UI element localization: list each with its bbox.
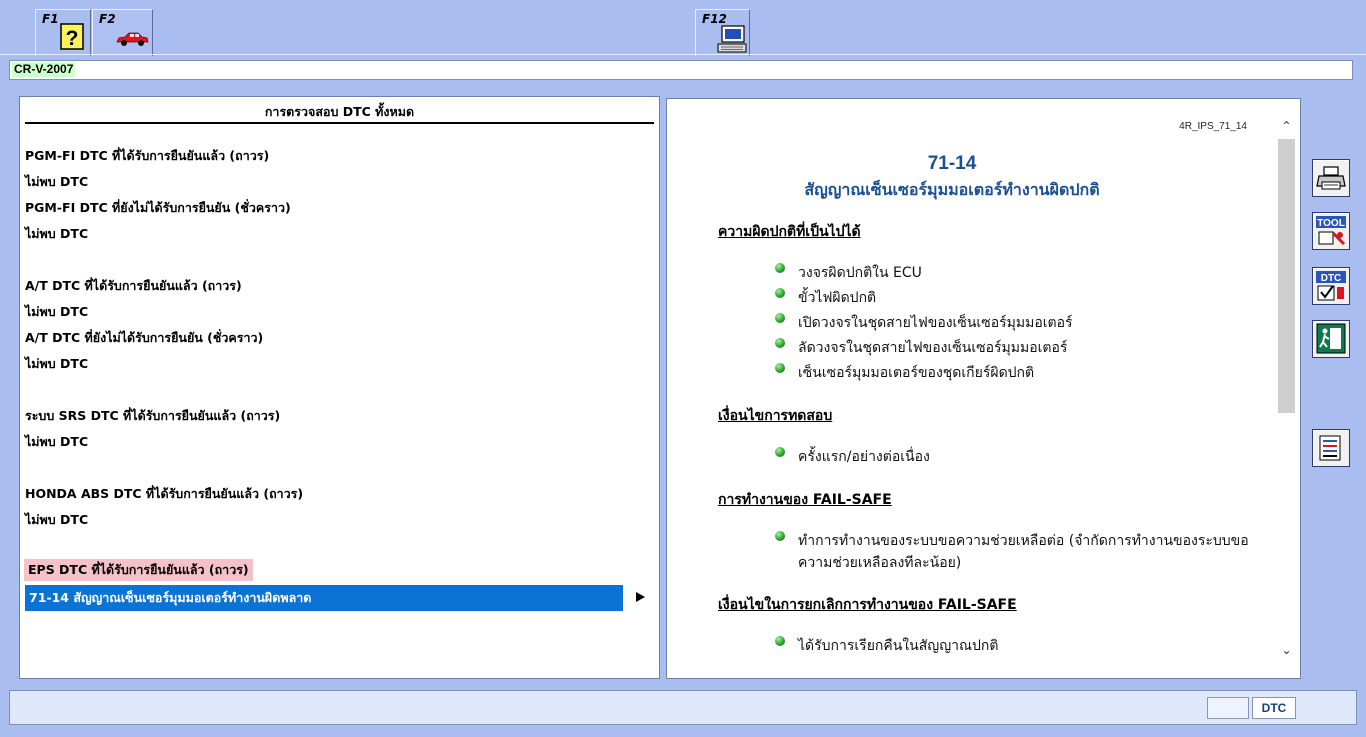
srs-confirmed-heading: ระบบ SRS DTC ที่ได้รับการยืนยันแล้ว (ถาว… (25, 408, 281, 423)
settings-icon (1319, 435, 1341, 461)
svg-text:DTC: DTC (1321, 273, 1342, 284)
at-pending-heading: A/T DTC ที่ยังไม่ได้รับการยืนยัน (ชั่วคร… (25, 330, 264, 345)
bullet-icon (775, 338, 785, 348)
f12-computer-tab[interactable]: F12 (695, 9, 750, 56)
scroll-thumb[interactable] (1278, 139, 1295, 413)
srs-confirmed-status: ไม่พบ DTC (25, 434, 89, 449)
pgmfi-pending-heading: PGM-FI DTC ที่ยังไม่ได้รับการยืนยัน (ชั่… (25, 200, 291, 215)
dtc-check-button[interactable]: DTC (1312, 267, 1350, 305)
dtc-number: 71-14 (927, 153, 977, 174)
eps-confirmed-heading: EPS DTC ที่ได้รับการยืนยันแล้ว (ถาวร) (24, 559, 253, 581)
svg-text:?: ? (66, 27, 79, 50)
bullet-icon (775, 531, 785, 541)
abs-confirmed-heading: HONDA ABS DTC ที่ได้รับการยืนยันแล้ว (ถา… (25, 486, 304, 501)
printer-icon (1316, 166, 1346, 190)
dtc-detail-panel: 4R_IPS_71_14 71-14 สัญญาณเซ็นเซอร์มุมมอเ… (666, 98, 1301, 679)
tool-icon: TOOL (1316, 216, 1346, 246)
section-fail-safe-cancel: เงื่อนไขในการยกเลิกการทำงานของ FAIL-SAFE (718, 597, 1017, 613)
bullet-icon (775, 313, 785, 323)
f2-label: F2 (99, 12, 116, 26)
svg-text:TOOL: TOOL (1317, 218, 1345, 229)
settings-button[interactable] (1312, 429, 1350, 467)
cause-item: เปิดวงจรในชุดสายไฟของเซ็นเซอร์มุมมอเตอร์ (798, 315, 1073, 331)
section-possible-causes: ความผิดปกติที่เป็นไปได้ (718, 224, 861, 240)
scroll-up-icon[interactable]: ⌃ (1279, 119, 1294, 133)
exit-icon (1316, 323, 1346, 354)
f1-help-tab[interactable]: F1 ? (35, 9, 91, 56)
fail-safe-item-continued: ความช่วยเหลือลงทีละน้อย) (798, 555, 962, 571)
status-indicator (1207, 697, 1249, 719)
bullet-icon (775, 447, 785, 457)
cause-item: วงจรผิดปกติใน ECU (798, 265, 922, 281)
f1-label: F1 (42, 12, 59, 26)
print-button[interactable] (1312, 159, 1350, 197)
at-pending-status: ไม่พบ DTC (25, 356, 89, 371)
computer-icon (717, 25, 747, 53)
vehicle-model-bar: CR-V-2007 (9, 60, 1353, 80)
help-icon: ? (60, 23, 84, 50)
dtc-list-header: การตรวจสอบ DTC ทั้งหมด (25, 102, 654, 124)
fail-safe-item: ทำการทำงานของระบบขอความช่วยเหลือต่อ (จำก… (798, 533, 1249, 549)
dtc-row-71-14[interactable]: 71-14 สัญญาณเซ็นเซอร์มุมมอเตอร์ทำงานผิดพ… (25, 585, 623, 611)
expand-arrow-icon[interactable] (634, 591, 646, 603)
tool-button[interactable]: TOOL (1312, 212, 1350, 250)
f2-vehicle-tab[interactable]: F2 (92, 9, 153, 56)
cause-item: ขั้วไฟผิดปกติ (798, 290, 877, 306)
pgmfi-confirmed-heading: PGM-FI DTC ที่ได้รับการยืนยันแล้ว (ถาวร) (25, 148, 270, 163)
at-confirmed-status: ไม่พบ DTC (25, 304, 89, 319)
cause-item: เซ็นเซอร์มุมมอเตอร์ของชุดเกียร์ผิดปกติ (798, 365, 1035, 381)
at-confirmed-heading: A/T DTC ที่ได้รับการยืนยันแล้ว (ถาวร) (25, 278, 242, 293)
status-dtc-mode: DTC (1252, 697, 1296, 719)
section-test-conditions: เงื่อนไขการทดสอบ (718, 408, 833, 424)
cancel-condition-item: ได้รับการเรียกคืนในสัญญาณปกติ (798, 638, 999, 654)
bullet-icon (775, 263, 785, 273)
scroll-down-icon[interactable]: ⌄ (1279, 643, 1294, 657)
bullet-icon (775, 288, 785, 298)
condition-item: ครั้งแรก/อย่างต่อเนื่อง (798, 449, 930, 465)
abs-confirmed-status: ไม่พบ DTC (25, 512, 89, 527)
dtc-list-panel: การตรวจสอบ DTC ทั้งหมด PGM-FI DTC ที่ได้… (19, 96, 660, 679)
bullet-icon (775, 636, 785, 646)
document-code: 4R_IPS_71_14 (1179, 121, 1247, 132)
status-bar: DTC (9, 690, 1357, 725)
dtc-check-icon: DTC (1316, 271, 1346, 301)
document-scrollbar[interactable]: ⌃ ⌄ (1278, 115, 1295, 663)
pgmfi-pending-status: ไม่พบ DTC (25, 226, 89, 241)
bullet-icon (775, 363, 785, 373)
dtc-title: สัญญาณเซ็นเซอร์มุมมอเตอร์ทำงานผิดปกติ (804, 180, 1100, 199)
car-icon (116, 32, 149, 46)
vehicle-model-label: CR-V-2007 (12, 62, 76, 77)
tab-divider (0, 54, 1366, 55)
cause-item: ลัดวงจรในชุดสายไฟของเซ็นเซอร์มุมมอเตอร์ (798, 340, 1068, 356)
exit-button[interactable] (1312, 320, 1350, 358)
pgmfi-confirmed-status: ไม่พบ DTC (25, 174, 89, 189)
section-fail-safe: การทำงานของ FAIL-SAFE (718, 492, 892, 508)
